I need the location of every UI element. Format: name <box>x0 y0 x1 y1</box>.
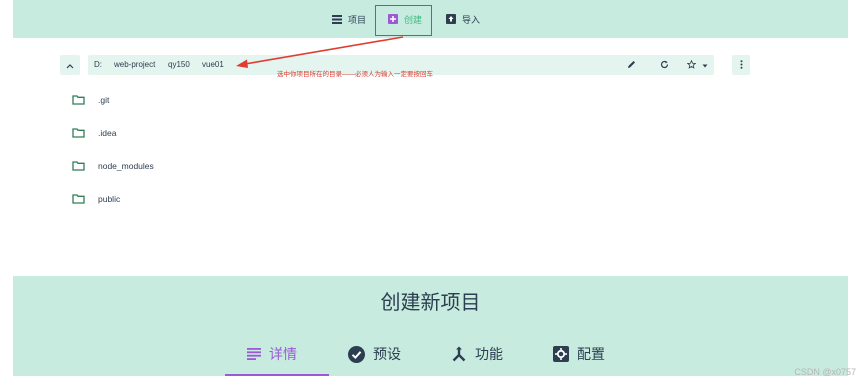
tab-details-label: 详情 <box>269 346 297 362</box>
tab-features[interactable]: 功能 <box>451 342 503 366</box>
folder-icon <box>72 161 98 171</box>
folder-name: .git <box>98 95 110 105</box>
active-tab-indicator <box>225 374 329 376</box>
folder-name: public <box>98 194 121 204</box>
folder-icon <box>72 194 98 204</box>
page-title: 创建新项目 <box>380 292 481 314</box>
tab-features-label: 功能 <box>475 346 503 362</box>
star-outline-icon <box>686 59 696 71</box>
list-icon <box>332 14 342 24</box>
more-options-button[interactable] <box>732 55 750 75</box>
nav-projects[interactable]: 项目 <box>332 0 366 38</box>
watermark: CSDN @x0757 <box>794 367 856 377</box>
annotation-text: 选中你项目所在的目录——必须人为输入一定要按回车 <box>277 71 433 78</box>
subject-icon <box>247 348 261 360</box>
path-segment[interactable]: qy150 <box>168 55 190 75</box>
check-circle-icon <box>348 345 365 363</box>
folder-icon <box>72 128 98 138</box>
unarchive-icon <box>446 14 456 24</box>
call-split-icon <box>451 346 467 362</box>
folder-item[interactable]: public <box>72 191 120 207</box>
tab-config[interactable]: 配置 <box>553 342 605 366</box>
more-vert-icon <box>740 59 743 71</box>
chevron-up-icon <box>66 56 74 74</box>
path-segment[interactable]: web-project <box>114 55 155 75</box>
caret-down-icon <box>702 61 708 70</box>
create-highlight-box <box>375 5 432 36</box>
folder-item[interactable]: .idea <box>72 125 116 141</box>
create-project-header: 创建新项目 详情 预设 功能 配置 <box>13 276 848 376</box>
pencil-icon <box>627 60 636 71</box>
edit-path-button[interactable] <box>624 55 638 75</box>
tab-details[interactable]: 详情 <box>247 342 297 366</box>
nav-import[interactable]: 导入 <box>446 0 480 38</box>
refresh-button[interactable] <box>655 55 673 75</box>
tab-presets-label: 预设 <box>373 346 401 362</box>
folder-item[interactable]: .git <box>72 92 109 108</box>
path-segment[interactable]: vue01 <box>202 55 224 75</box>
folder-name: .idea <box>98 128 117 138</box>
path-segment[interactable]: D: <box>94 55 102 75</box>
refresh-icon <box>660 60 669 71</box>
folder-name: node_modules <box>98 161 154 171</box>
favorite-button[interactable] <box>680 55 714 75</box>
parent-folder-button[interactable] <box>60 55 80 75</box>
settings-app-icon <box>553 346 569 362</box>
folder-item[interactable]: node_modules <box>72 158 154 174</box>
folder-icon <box>72 95 98 105</box>
nav-import-label: 导入 <box>462 14 481 25</box>
nav-projects-label: 项目 <box>348 14 367 25</box>
tab-presets[interactable]: 预设 <box>348 342 401 366</box>
tab-config-label: 配置 <box>577 346 605 362</box>
